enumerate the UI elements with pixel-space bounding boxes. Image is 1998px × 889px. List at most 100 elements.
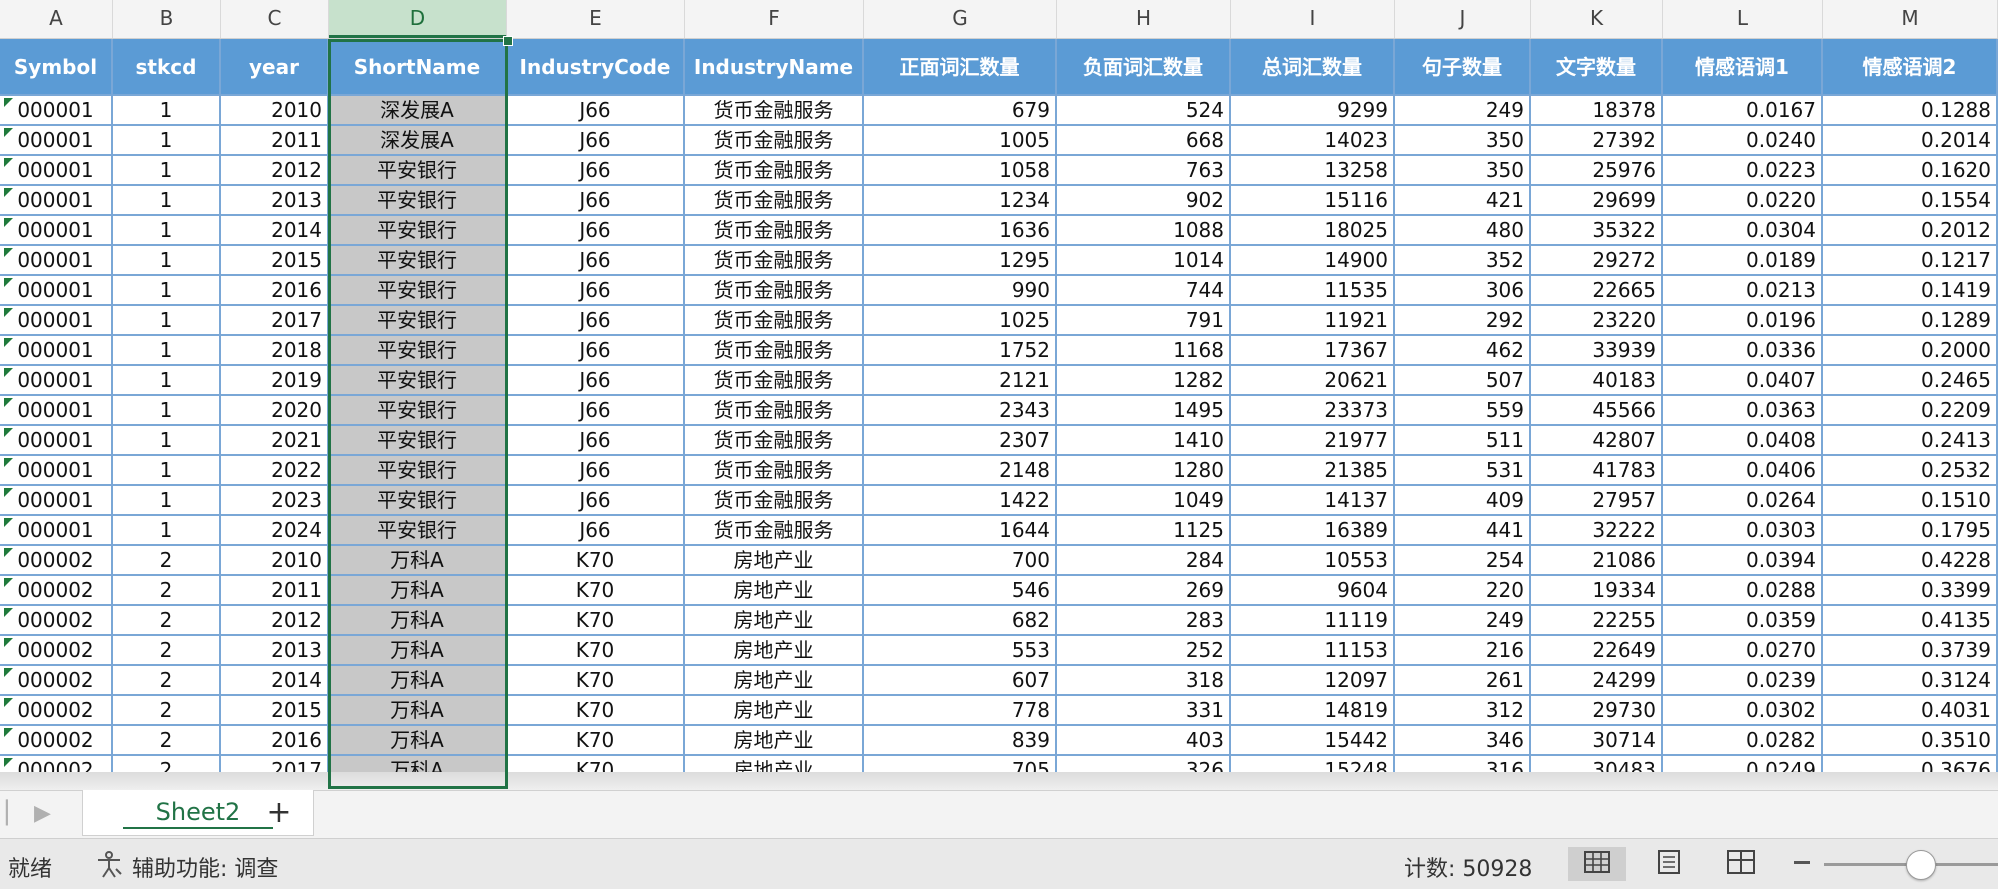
cell-h[interactable]: 269 bbox=[1057, 576, 1231, 606]
header-cell-j[interactable]: 句子数量 bbox=[1395, 39, 1531, 96]
cell-a[interactable]: 000001 bbox=[0, 396, 113, 426]
cell-a[interactable]: 000001 bbox=[0, 156, 113, 186]
cell-e[interactable]: J66 bbox=[507, 156, 685, 186]
cell-c[interactable]: 2015 bbox=[221, 696, 329, 726]
cell-c[interactable]: 2011 bbox=[221, 126, 329, 156]
cell-f[interactable]: 货币金融服务 bbox=[685, 126, 864, 156]
column-letter-c[interactable]: C bbox=[221, 0, 329, 38]
cell-l[interactable]: 0.0406 bbox=[1663, 456, 1823, 486]
column-letter-f[interactable]: F bbox=[685, 0, 864, 38]
cell-a[interactable]: 000001 bbox=[0, 276, 113, 306]
cell-m[interactable]: 0.4031 bbox=[1823, 696, 1998, 726]
cell-c[interactable]: 2010 bbox=[221, 546, 329, 576]
cell-g[interactable]: 1025 bbox=[864, 306, 1057, 336]
column-letter-b[interactable]: B bbox=[113, 0, 221, 38]
cell-g[interactable]: 546 bbox=[864, 576, 1057, 606]
header-cell-d[interactable]: ShortName bbox=[329, 39, 507, 96]
cell-c[interactable]: 2016 bbox=[221, 276, 329, 306]
column-letter-a[interactable]: A bbox=[0, 0, 113, 38]
cell-f[interactable]: 货币金融服务 bbox=[685, 276, 864, 306]
cell-k[interactable]: 18378 bbox=[1531, 96, 1663, 126]
cell-j[interactable]: 531 bbox=[1395, 456, 1531, 486]
cell-a[interactable]: 000001 bbox=[0, 306, 113, 336]
cell-m[interactable]: 0.2012 bbox=[1823, 216, 1998, 246]
cell-d[interactable]: 平安银行 bbox=[329, 396, 507, 426]
cell-l[interactable]: 0.0220 bbox=[1663, 186, 1823, 216]
cell-a[interactable]: 000001 bbox=[0, 246, 113, 276]
cell-e[interactable]: J66 bbox=[507, 216, 685, 246]
cell-j[interactable]: 462 bbox=[1395, 336, 1531, 366]
cell-l[interactable]: 0.0240 bbox=[1663, 126, 1823, 156]
cell-a[interactable]: 000001 bbox=[0, 486, 113, 516]
cell-i[interactable]: 15116 bbox=[1231, 186, 1395, 216]
tab-scroll-left-icon[interactable]: ▏ bbox=[6, 801, 23, 826]
cell-i[interactable]: 16389 bbox=[1231, 516, 1395, 546]
cell-c[interactable]: 2015 bbox=[221, 246, 329, 276]
cell-g[interactable]: 553 bbox=[864, 636, 1057, 666]
cell-d[interactable]: 万科A bbox=[329, 546, 507, 576]
cell-l[interactable]: 0.0196 bbox=[1663, 306, 1823, 336]
cell-f[interactable]: 房地产业 bbox=[685, 576, 864, 606]
cell-d[interactable]: 万科A bbox=[329, 576, 507, 606]
cell-d[interactable]: 深发展A bbox=[329, 126, 507, 156]
cell-g[interactable]: 1644 bbox=[864, 516, 1057, 546]
cell-l[interactable]: 0.0223 bbox=[1663, 156, 1823, 186]
cell-e[interactable]: J66 bbox=[507, 96, 685, 126]
cell-m[interactable]: 0.1554 bbox=[1823, 186, 1998, 216]
cell-b[interactable]: 1 bbox=[113, 156, 221, 186]
cell-h[interactable]: 1125 bbox=[1057, 516, 1231, 546]
cell-b[interactable]: 1 bbox=[113, 336, 221, 366]
cell-d[interactable]: 平安银行 bbox=[329, 366, 507, 396]
cell-g[interactable]: 1005 bbox=[864, 126, 1057, 156]
cell-e[interactable]: J66 bbox=[507, 396, 685, 426]
cell-j[interactable]: 350 bbox=[1395, 126, 1531, 156]
cell-f[interactable]: 货币金融服务 bbox=[685, 396, 864, 426]
cell-k[interactable]: 29272 bbox=[1531, 246, 1663, 276]
cell-l[interactable]: 0.0304 bbox=[1663, 216, 1823, 246]
spreadsheet-grid[interactable]: Symbol stkcd year ShortName IndustryCode Indu… bbox=[0, 39, 1998, 789]
cell-e[interactable]: K70 bbox=[507, 726, 685, 756]
cell-i[interactable]: 10553 bbox=[1231, 546, 1395, 576]
cell-e[interactable]: J66 bbox=[507, 486, 685, 516]
page-break-view-button[interactable] bbox=[1712, 847, 1770, 881]
cell-c[interactable]: 2014 bbox=[221, 666, 329, 696]
header-cell-e[interactable]: IndustryCode bbox=[507, 39, 685, 96]
cell-k[interactable]: 29699 bbox=[1531, 186, 1663, 216]
cell-h[interactable]: 791 bbox=[1057, 306, 1231, 336]
minus-icon[interactable] bbox=[1794, 861, 1810, 864]
cell-k[interactable]: 40183 bbox=[1531, 366, 1663, 396]
cell-j[interactable]: 421 bbox=[1395, 186, 1531, 216]
cell-h[interactable]: 403 bbox=[1057, 726, 1231, 756]
cell-m[interactable]: 0.1510 bbox=[1823, 486, 1998, 516]
cell-i[interactable]: 23373 bbox=[1231, 396, 1395, 426]
cell-g[interactable]: 1636 bbox=[864, 216, 1057, 246]
cell-g[interactable]: 682 bbox=[864, 606, 1057, 636]
cell-f[interactable]: 货币金融服务 bbox=[685, 246, 864, 276]
cell-d[interactable]: 万科A bbox=[329, 726, 507, 756]
cell-d[interactable]: 平安银行 bbox=[329, 156, 507, 186]
cell-f[interactable]: 房地产业 bbox=[685, 666, 864, 696]
cell-e[interactable]: K70 bbox=[507, 606, 685, 636]
cell-h[interactable]: 318 bbox=[1057, 666, 1231, 696]
cell-i[interactable]: 14023 bbox=[1231, 126, 1395, 156]
cell-c[interactable]: 2023 bbox=[221, 486, 329, 516]
cell-b[interactable]: 2 bbox=[113, 666, 221, 696]
cell-e[interactable]: K70 bbox=[507, 636, 685, 666]
cell-e[interactable]: J66 bbox=[507, 456, 685, 486]
column-letter-h[interactable]: H bbox=[1057, 0, 1231, 38]
cell-c[interactable]: 2017 bbox=[221, 306, 329, 336]
cell-i[interactable]: 17367 bbox=[1231, 336, 1395, 366]
cell-a[interactable]: 000001 bbox=[0, 96, 113, 126]
cell-h[interactable]: 1495 bbox=[1057, 396, 1231, 426]
cell-m[interactable]: 0.1289 bbox=[1823, 306, 1998, 336]
cell-d[interactable]: 平安银行 bbox=[329, 426, 507, 456]
cell-i[interactable]: 20621 bbox=[1231, 366, 1395, 396]
cell-f[interactable]: 房地产业 bbox=[685, 546, 864, 576]
cell-a[interactable]: 000001 bbox=[0, 426, 113, 456]
header-cell-b[interactable]: stkcd bbox=[113, 39, 221, 96]
cell-m[interactable]: 0.1288 bbox=[1823, 96, 1998, 126]
cell-a[interactable]: 000001 bbox=[0, 456, 113, 486]
cell-l[interactable]: 0.0264 bbox=[1663, 486, 1823, 516]
cell-k[interactable]: 23220 bbox=[1531, 306, 1663, 336]
cell-b[interactable]: 1 bbox=[113, 216, 221, 246]
